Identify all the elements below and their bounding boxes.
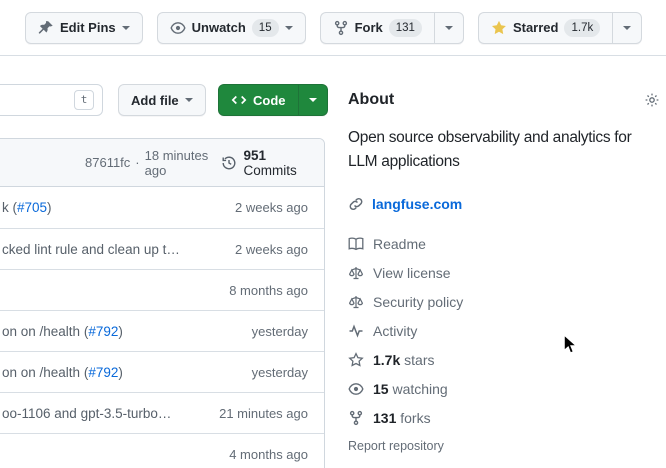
fork-button[interactable]: Fork 131 [320,12,434,44]
commit-time: 2 weeks ago [223,200,308,215]
stars-link[interactable]: 1.7k stars [348,345,660,374]
edit-pins-label: Edit Pins [60,20,116,35]
repo-action-bar: Edit Pins Unwatch 15 Fork 131 [0,0,666,56]
code-button-group: Code [218,84,328,116]
forks-link[interactable]: 131 forks [348,403,660,432]
commit-message-link[interactable]: on on /health (#792) [2,324,123,339]
file-row: on on /health (#792) yesterday [0,310,324,351]
star-button-group: Starred 1.7k [478,12,642,44]
file-row: oo-1106 and gpt-3.5-turbo… 21 minutes ag… [0,392,324,433]
commits-count: 951 Commits [244,148,309,178]
latest-commit-bar: 87611fc · 18 minutes ago 951 Commits [0,139,324,187]
github-repo-page: Edit Pins Unwatch 15 Fork 131 [0,0,666,468]
commit-time: yesterday [240,324,308,339]
repo-description: Open source observability and analytics … [348,126,660,174]
fork-dropdown-button[interactable] [434,12,464,44]
readme-link[interactable]: Readme [348,229,660,258]
unwatch-label: Unwatch [192,20,246,35]
commit-message-link[interactable]: k (#705) [2,200,52,215]
starred-button[interactable]: Starred 1.7k [478,12,612,44]
watching-link[interactable]: 15 watching [348,374,660,403]
code-label: Code [253,93,286,108]
issue-link[interactable]: #792 [88,365,118,380]
pulse-icon [348,323,364,339]
report-repository-link[interactable]: Report repository [348,439,660,453]
file-row: cked lint rule and clean up t… 2 weeks a… [0,228,324,269]
about-title: About [348,91,394,109]
edit-pins-button[interactable]: Edit Pins [25,12,143,44]
code-icon [231,92,247,108]
commit-sha-link[interactable]: 87611fc [85,155,130,170]
link-icon [348,196,364,212]
add-file-label: Add file [131,93,179,108]
shortcut-key-t: t [74,90,94,110]
go-to-file-input[interactable]: t [0,84,103,116]
about-links-list: Readme View license Security policy Acti… [348,229,660,432]
unwatch-button[interactable]: Unwatch 15 [157,12,306,44]
fork-icon [348,410,364,426]
commit-message-link[interactable]: on on /health (#792) [2,365,123,380]
chevron-down-icon [623,26,631,30]
eye-icon [348,381,364,397]
chevron-down-icon [122,26,130,30]
commit-time: 21 minutes ago [207,406,308,421]
starred-label: Starred [513,20,559,35]
fork-label: Fork [355,20,383,35]
file-table: 87611fc · 18 minutes ago 951 Commits k (… [0,138,325,468]
commit-time: 4 months ago [217,447,308,462]
code-button[interactable]: Code [218,84,298,116]
about-header: About [348,88,660,112]
chevron-down-icon [285,26,293,30]
star-dropdown-button[interactable] [612,12,642,44]
chevron-down-icon [445,26,453,30]
forks-count-badge: 131 [389,19,422,37]
commit-time: 18 minutes ago [145,148,221,178]
security-policy-link[interactable]: Security policy [348,287,660,316]
view-license-link[interactable]: View license [348,258,660,287]
separator-dot: · [135,155,139,170]
activity-link[interactable]: Activity [348,316,660,345]
pin-icon [38,20,54,36]
commit-message-link[interactable]: oo-1106 and gpt-3.5-turbo… [2,406,171,421]
add-file-button[interactable]: Add file [118,84,206,116]
star-filled-icon [491,20,507,36]
file-row: k (#705) 2 weeks ago [0,187,324,228]
code-dropdown-button[interactable] [298,84,328,116]
fork-button-group: Fork 131 [320,12,464,44]
chevron-down-icon [185,98,193,102]
file-row: 8 months ago [0,269,324,310]
commits-count-label: Commits [244,163,297,178]
eye-icon [170,20,186,36]
issue-link[interactable]: #792 [88,324,118,339]
website-url: langfuse.com [372,196,462,212]
fork-icon [333,20,349,36]
commit-time: 2 weeks ago [223,242,308,257]
star-outline-icon [348,352,364,368]
commit-time: 8 months ago [217,283,308,298]
website-link[interactable]: langfuse.com [348,192,660,216]
chevron-down-icon [309,98,317,102]
history-icon [221,155,237,171]
watchers-count-badge: 15 [252,19,279,37]
about-section: About Open source observability and anal… [348,88,660,453]
stars-count-badge: 1.7k [564,19,600,37]
book-icon [348,236,364,252]
commits-count-number: 951 [244,148,267,163]
commit-message-link[interactable]: cked lint rule and clean up t… [2,242,180,257]
file-row: 4 months ago [0,433,324,468]
law-icon [348,294,364,310]
mouse-cursor [563,334,578,355]
issue-link[interactable]: #705 [17,200,47,215]
file-row: on on /health (#792) yesterday [0,351,324,392]
commit-time: yesterday [240,365,308,380]
gear-icon[interactable] [644,92,660,108]
commit-history-link[interactable]: 951 Commits [221,148,309,178]
law-icon [348,265,364,281]
